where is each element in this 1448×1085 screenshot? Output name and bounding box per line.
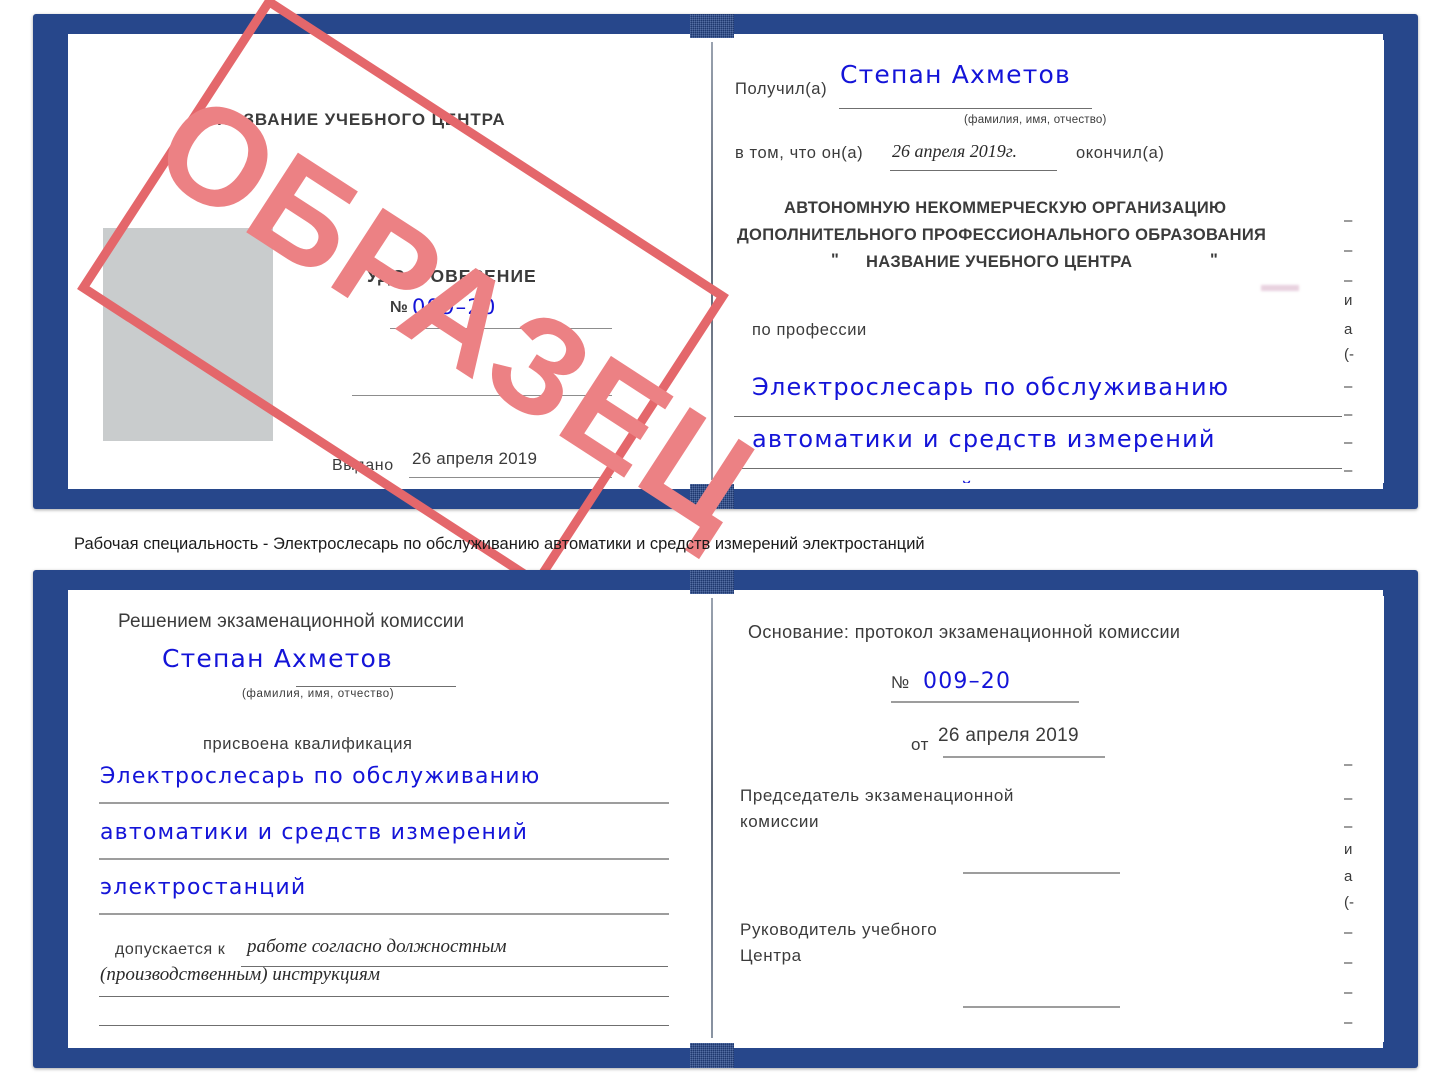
- edge-fragment-1: –: [1344, 212, 1353, 229]
- qualification-line-2: автоматики и средств измерений: [100, 820, 529, 845]
- pink-smudge: [1261, 285, 1299, 291]
- received-label: Получил(а): [735, 80, 828, 98]
- cert-bottom-right-page: Основание: протокол экзаменационной коми…: [716, 596, 1384, 1042]
- decision-title: Решением экзаменационной комиссии: [118, 611, 465, 632]
- cert-bottom-spine: [711, 598, 713, 1038]
- edge-fragment-5: а: [1344, 321, 1353, 338]
- fio-hint-bottom: (фамилия, имя, отчество): [242, 688, 395, 700]
- that-he-label: в том, что он(а): [735, 144, 864, 162]
- edge-fragment-b2: –: [1344, 790, 1353, 807]
- edge-fragment-4: и: [1344, 292, 1353, 309]
- head-signature-rule: [963, 1006, 1120, 1008]
- org-line-1: АВТОНОМНУЮ НЕКОММЕРЧЕСКУЮ ОРГАНИЗАЦИЮ: [784, 199, 1227, 217]
- page-caption: Рабочая специальность - Электрослесарь п…: [74, 535, 925, 553]
- certificate-number-value: 009–20: [412, 295, 497, 319]
- qualification-line-3: электростанций: [100, 875, 307, 900]
- cert-top-spine: [711, 42, 713, 480]
- cert-top-left-page: НАЗВАНИЕ УЧЕБНОГО ЦЕНТРА УДОСТОВЕРЕНИЕ №…: [72, 40, 672, 483]
- certificate-number-label: №: [390, 299, 409, 316]
- cert-top-spine-tab-upper: [690, 14, 734, 38]
- profession-line-1: Электрослесарь по обслуживанию: [752, 373, 1230, 401]
- qualification-label: присвоена квалификация: [203, 735, 413, 753]
- protocol-number-rule: [891, 701, 1079, 703]
- edge-fragment-10: –: [1344, 462, 1353, 479]
- profession-line-2: автоматики и средств измерений: [752, 425, 1216, 453]
- received-value: Степан Ахметов: [840, 60, 1071, 89]
- certificate-number-rule: [390, 328, 612, 329]
- edge-fragment-b3: –: [1344, 818, 1353, 835]
- admitted-rule-3: [99, 1025, 669, 1026]
- edge-fragment-7: –: [1344, 378, 1353, 395]
- fio-hint-top: (фамилия, имя, отчество): [964, 114, 1107, 126]
- basis-label: Основание: протокол экзаменационной коми…: [748, 622, 1181, 642]
- screenshot-root: НАЗВАНИЕ УЧЕБНОГО ЦЕНТРА УДОСТОВЕРЕНИЕ №…: [0, 0, 1448, 1085]
- issued-label: Выдано: [332, 457, 394, 474]
- admitted-value-2: (производственным) инструкциям: [100, 964, 380, 985]
- profession-rule-1: [734, 416, 1342, 417]
- protocol-date-value: 26 апреля 2019: [938, 725, 1079, 746]
- cert-bottom-spine-tab-lower: [690, 1043, 734, 1068]
- qualification-rule-3: [99, 913, 669, 915]
- admitted-label: допускается к: [115, 941, 226, 958]
- edge-fragment-b6: (-: [1344, 894, 1354, 911]
- edge-fragment-3: –: [1344, 272, 1353, 289]
- edge-fragment-8: –: [1344, 406, 1353, 423]
- cert-bottom-spine-tab-upper: [690, 570, 734, 594]
- that-he-rule: [890, 170, 1057, 171]
- protocol-date-rule: [943, 756, 1105, 758]
- cert-top-right-page: Получил(а) Степан Ахметов (фамилия, имя,…: [716, 40, 1384, 483]
- protocol-number-value: 009–20: [923, 669, 1012, 694]
- certificate-title: УДОСТОВЕРЕНИЕ: [367, 266, 537, 286]
- edge-fragment-b7: –: [1344, 924, 1353, 941]
- protocol-date-label: от: [911, 735, 930, 754]
- chairman-signature-rule: [963, 872, 1120, 874]
- head-line-2: Центра: [740, 946, 802, 965]
- photo-placeholder: [103, 228, 273, 441]
- training-center-name-top: НАЗВАНИЕ УЧЕБНОГО ЦЕНТРА: [217, 110, 506, 129]
- org-quote-close: ": [1210, 251, 1219, 269]
- org-line-2: ДОПОЛНИТЕЛЬНОГО ПРОФЕССИОНАЛЬНОГО ОБРАЗО…: [737, 226, 1267, 244]
- edge-fragment-b4: и: [1344, 841, 1353, 858]
- cert-top-spine-tab-lower: [690, 484, 734, 509]
- head-line-1: Руководитель учебного: [740, 920, 938, 939]
- that-he-value: 26 апреля 2019г.: [892, 141, 1018, 161]
- issued-rule: [409, 477, 612, 478]
- org-line-3: НАЗВАНИЕ УЧЕБНОГО ЦЕНТРА: [866, 253, 1133, 271]
- profession-line-3: электростанций: [752, 477, 976, 483]
- edge-fragment-9: –: [1344, 434, 1353, 451]
- chairman-line-1: Председатель экзаменационной: [740, 786, 1014, 805]
- blank-rule-1: [352, 395, 612, 396]
- edge-fragment-b8: –: [1344, 954, 1353, 971]
- decision-name-rule: [296, 686, 456, 687]
- qualification-rule-2: [99, 858, 669, 860]
- cert-bottom-left-page: Решением экзаменационной комиссии Степан…: [72, 596, 672, 1042]
- edge-fragment-b9: –: [1344, 984, 1353, 1001]
- decision-name-value: Степан Ахметов: [162, 644, 393, 673]
- received-rule: [839, 108, 1092, 109]
- profession-rule-2: [734, 468, 1342, 469]
- qualification-rule-1: [99, 802, 669, 804]
- edge-fragment-2: –: [1344, 242, 1353, 259]
- profession-label: по профессии: [752, 321, 867, 339]
- finished-label: окончил(а): [1076, 144, 1165, 162]
- protocol-number-label: №: [891, 673, 910, 692]
- admitted-rule-2: [99, 996, 669, 997]
- chairman-line-2: комиссии: [740, 812, 820, 831]
- admitted-value-1: работе согласно должностным: [247, 936, 507, 957]
- edge-fragment-b1: –: [1344, 756, 1353, 773]
- edge-fragment-b5: а: [1344, 868, 1353, 885]
- edge-fragment-b10: –: [1344, 1014, 1353, 1031]
- org-quote-open: ": [831, 251, 840, 269]
- qualification-line-1: Электрослесарь по обслуживанию: [100, 764, 541, 789]
- issued-value: 26 апреля 2019: [412, 449, 538, 468]
- edge-fragment-6: (-: [1344, 346, 1354, 363]
